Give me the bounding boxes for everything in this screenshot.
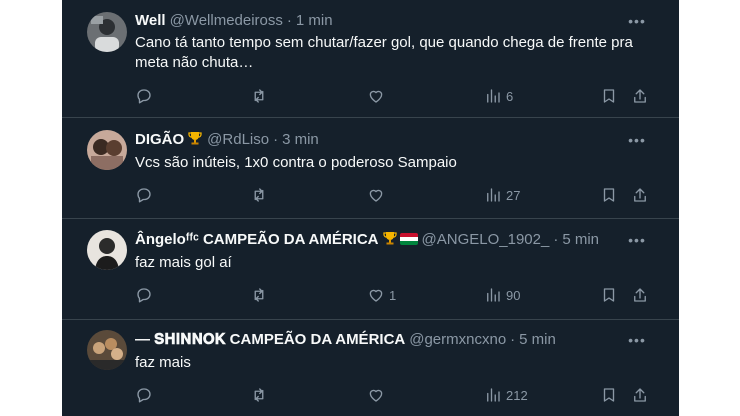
action-bar: 1 90 bbox=[62, 285, 679, 305]
reply-icon bbox=[137, 388, 151, 403]
tweet-text: faz mais gol aí bbox=[135, 254, 232, 271]
share-icon bbox=[634, 388, 646, 402]
share-icon bbox=[634, 188, 646, 202]
heart-icon bbox=[369, 389, 383, 402]
share-button[interactable] bbox=[631, 285, 649, 305]
avatar[interactable] bbox=[87, 230, 127, 270]
tweet[interactable]: DIGÃO @RdLiso · 3 min ••• Vcs são inúteis, … bbox=[62, 117, 679, 219]
views-button[interactable]: 90 bbox=[484, 285, 520, 305]
like-count: 1 bbox=[389, 287, 397, 303]
views-count: 6 bbox=[506, 88, 514, 104]
tweet-header: — 𝐒𝐇𝐈𝐍𝐍𝐎𝐊 CAMPEÃO DA AMÉRICA @germxncxno ·… bbox=[135, 330, 556, 350]
display-name[interactable]: DIGÃO bbox=[135, 131, 184, 148]
reply-icon bbox=[137, 89, 151, 104]
reply-button[interactable] bbox=[135, 185, 157, 205]
display-name[interactable]: — 𝐒𝐇𝐈𝐍𝐍𝐎𝐊 CAMPEÃO DA AMÉRICA bbox=[135, 331, 405, 348]
bookmark-button[interactable] bbox=[600, 185, 618, 205]
retweet-icon bbox=[254, 188, 264, 202]
tweet-text: Vcs são inúteis, 1x0 contra o poderoso S… bbox=[135, 154, 457, 171]
like-button[interactable] bbox=[367, 185, 389, 205]
action-bar: 212 bbox=[62, 385, 679, 405]
more-icon[interactable]: ••• bbox=[627, 230, 647, 250]
tweet[interactable]: — 𝐒𝐇𝐈𝐍𝐍𝐎𝐊 CAMPEÃO DA AMÉRICA @germxncxno ·… bbox=[62, 319, 679, 416]
views-button[interactable]: 6 bbox=[484, 86, 513, 106]
tweet-header: Ângeloᶠᶠᶜ CAMPEÃO DA AMÉRICA @ANGELO_1902… bbox=[135, 230, 599, 250]
views-icon bbox=[487, 388, 500, 402]
like-button[interactable] bbox=[367, 385, 389, 405]
bookmark-button[interactable] bbox=[600, 86, 618, 106]
tweet[interactable]: Ângeloᶠᶠᶜ CAMPEÃO DA AMÉRICA @ANGELO_1902… bbox=[62, 218, 679, 320]
share-button[interactable] bbox=[631, 385, 649, 405]
views-count: 27 bbox=[506, 187, 521, 203]
share-icon bbox=[634, 89, 646, 103]
views-icon bbox=[487, 89, 500, 103]
separator-dot: · bbox=[553, 231, 559, 248]
display-name[interactable]: Ângeloᶠᶠᶜ CAMPEÃO DA AMÉRICA bbox=[135, 231, 379, 248]
more-icon[interactable]: ••• bbox=[627, 11, 647, 31]
more-icon[interactable]: ••• bbox=[627, 130, 647, 150]
timestamp[interactable]: 1 min bbox=[296, 12, 333, 29]
bookmark-button[interactable] bbox=[600, 385, 618, 405]
tweet-text: faz mais bbox=[135, 354, 191, 371]
like-button[interactable] bbox=[367, 86, 389, 106]
retweet-button[interactable] bbox=[250, 185, 272, 205]
display-name[interactable]: Well bbox=[135, 12, 166, 29]
share-button[interactable] bbox=[631, 185, 649, 205]
share-icon bbox=[634, 288, 646, 302]
action-bar: 6 bbox=[62, 86, 679, 106]
views-button[interactable]: 212 bbox=[484, 385, 528, 405]
flag-icon bbox=[399, 233, 418, 245]
tweet-header: Well @Wellmedeiross · 1 min bbox=[135, 11, 333, 31]
bookmark-icon bbox=[603, 89, 615, 103]
retweet-button[interactable] bbox=[250, 285, 272, 305]
reply-icon bbox=[137, 188, 151, 203]
bookmark-icon bbox=[603, 388, 615, 402]
timestamp[interactable]: 5 min bbox=[562, 231, 599, 248]
user-handle[interactable]: @ANGELO_1902_ bbox=[422, 231, 550, 248]
bookmark-button[interactable] bbox=[600, 285, 618, 305]
views-button[interactable]: 27 bbox=[484, 185, 520, 205]
like-button[interactable]: 1 bbox=[367, 285, 396, 305]
views-count: 212 bbox=[506, 387, 528, 403]
avatar[interactable] bbox=[87, 130, 127, 170]
bookmark-icon bbox=[603, 288, 615, 302]
trophy-icon bbox=[187, 131, 203, 148]
views-count: 90 bbox=[506, 287, 521, 303]
retweet-icon bbox=[254, 288, 264, 302]
timeline: Well @Wellmedeiross · 1 min ••• Cano tá tan… bbox=[62, 0, 679, 416]
retweet-button[interactable] bbox=[250, 86, 272, 106]
avatar[interactable] bbox=[87, 12, 127, 52]
views-icon bbox=[487, 288, 500, 302]
bookmark-icon bbox=[603, 188, 615, 202]
views-icon bbox=[487, 188, 500, 202]
reply-button[interactable] bbox=[135, 385, 157, 405]
avatar[interactable] bbox=[87, 330, 127, 370]
retweet-button[interactable] bbox=[250, 385, 272, 405]
action-bar: 27 bbox=[62, 185, 679, 205]
heart-icon bbox=[369, 189, 383, 202]
user-handle[interactable]: @RdLiso bbox=[207, 131, 269, 148]
separator-dot: · bbox=[273, 131, 279, 148]
tweet[interactable]: Well @Wellmedeiross · 1 min ••• Cano tá tan… bbox=[62, 0, 679, 118]
retweet-icon bbox=[254, 388, 264, 402]
user-handle[interactable]: @germxncxno bbox=[409, 331, 506, 348]
timestamp[interactable]: 5 min bbox=[519, 331, 556, 348]
tweet-text: Cano tá tanto tempo sem chutar/fazer gol… bbox=[135, 34, 633, 71]
reply-icon bbox=[137, 288, 151, 303]
more-icon[interactable]: ••• bbox=[627, 330, 647, 350]
separator-dot: · bbox=[286, 12, 292, 29]
retweet-icon bbox=[254, 89, 264, 103]
heart-icon bbox=[369, 289, 383, 302]
timestamp[interactable]: 3 min bbox=[282, 131, 319, 148]
share-button[interactable] bbox=[631, 86, 649, 106]
tweet-header: DIGÃO @RdLiso · 3 min bbox=[135, 130, 319, 150]
trophy-icon bbox=[382, 231, 398, 248]
separator-dot: · bbox=[510, 331, 516, 348]
reply-button[interactable] bbox=[135, 86, 157, 106]
reply-button[interactable] bbox=[135, 285, 157, 305]
user-handle[interactable]: @Wellmedeiross bbox=[170, 12, 283, 29]
heart-icon bbox=[369, 90, 383, 103]
